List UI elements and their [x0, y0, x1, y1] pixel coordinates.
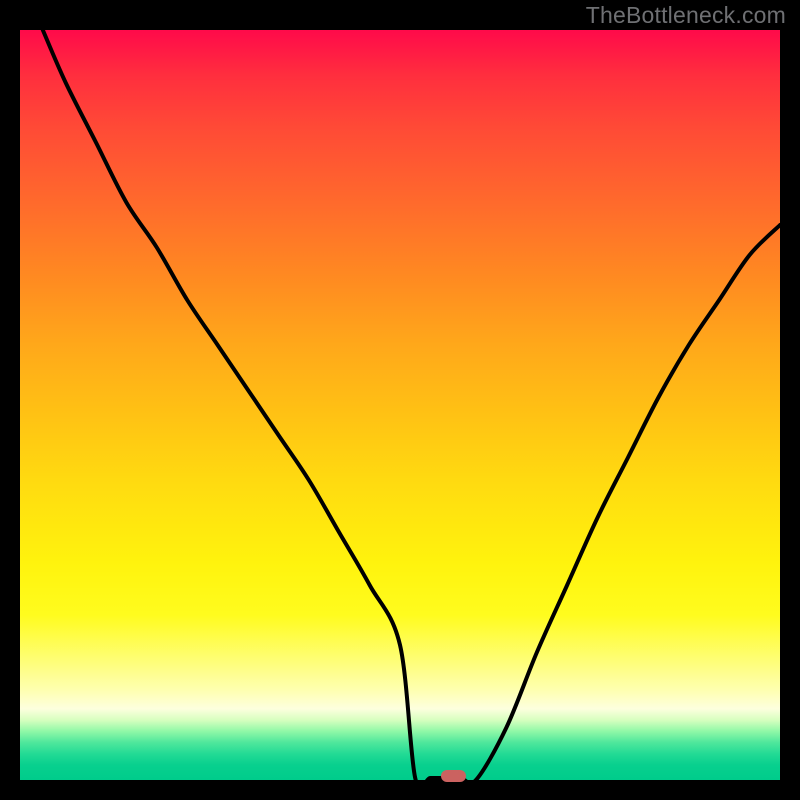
optimum-marker — [441, 770, 466, 782]
watermark-text: TheBottleneck.com — [586, 2, 786, 29]
plot-area — [20, 30, 780, 780]
chart-frame: TheBottleneck.com — [0, 0, 800, 800]
curve-path — [43, 30, 780, 780]
bottleneck-curve — [20, 30, 780, 780]
